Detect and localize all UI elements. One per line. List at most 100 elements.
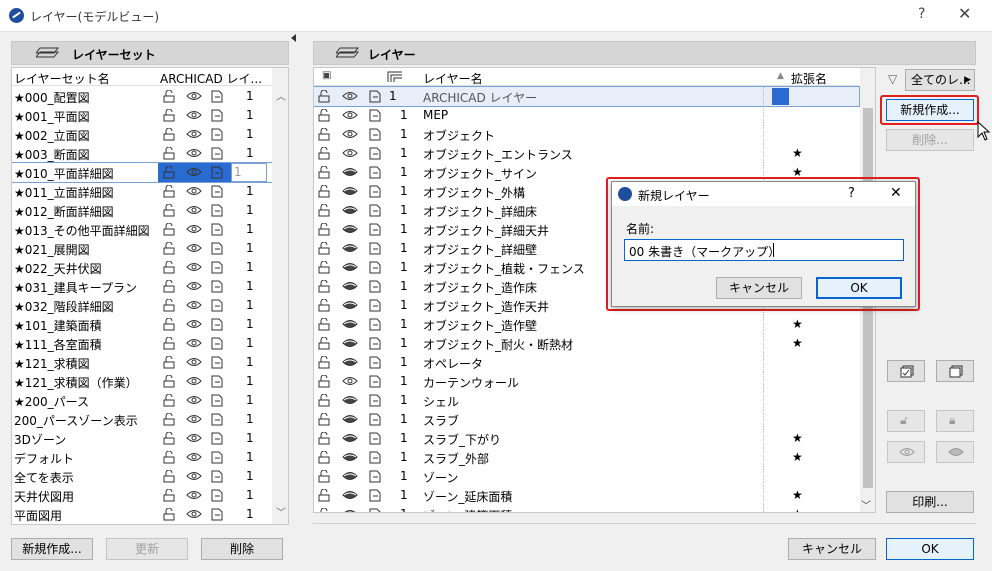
copy-settings-button[interactable] bbox=[887, 360, 925, 382]
lock-icon[interactable] bbox=[162, 412, 176, 426]
wireframe-icon[interactable] bbox=[210, 451, 224, 464]
eye-icon[interactable] bbox=[186, 432, 202, 445]
lock-icon[interactable] bbox=[162, 336, 176, 350]
layer-set-row[interactable]: ★121_求積図 1 bbox=[12, 353, 272, 372]
lock-icon[interactable] bbox=[162, 488, 176, 502]
lock-icon[interactable] bbox=[317, 412, 331, 426]
layer-row[interactable]: 1 ARCHICAD レイヤー bbox=[314, 86, 860, 107]
lock-icon[interactable] bbox=[317, 89, 331, 103]
eye-closed-icon[interactable] bbox=[342, 432, 358, 445]
wireframe-icon[interactable] bbox=[210, 166, 224, 179]
layer-row[interactable]: 1 スラブ bbox=[314, 410, 859, 429]
eye-icon[interactable] bbox=[186, 185, 202, 198]
layer-set-row[interactable]: ★013_その他平面詳細図 1 bbox=[12, 220, 272, 239]
wireframe-icon[interactable] bbox=[368, 508, 382, 512]
eye-icon[interactable] bbox=[186, 223, 202, 236]
eye-icon[interactable] bbox=[186, 280, 202, 293]
eye-closed-icon[interactable] bbox=[342, 242, 358, 255]
wireframe-icon[interactable] bbox=[368, 204, 382, 217]
eye-icon[interactable] bbox=[186, 242, 202, 255]
lock-icon[interactable] bbox=[317, 241, 331, 255]
eye-icon[interactable] bbox=[186, 147, 202, 160]
layer-row[interactable]: 1 MEP bbox=[314, 106, 859, 125]
eye-closed-icon[interactable] bbox=[342, 394, 358, 407]
lock-icon[interactable] bbox=[317, 260, 331, 274]
lock-icon[interactable] bbox=[317, 165, 331, 179]
lock-icon[interactable] bbox=[317, 108, 331, 122]
layer-row[interactable]: 1 シェル bbox=[314, 391, 859, 410]
lock-icon[interactable] bbox=[317, 203, 331, 217]
hide-button[interactable] bbox=[936, 441, 974, 463]
layer-set-row[interactable]: 200_パースゾーン表示 1 bbox=[12, 410, 272, 429]
layer-row[interactable]: 1 スラブ_下がり ★ bbox=[314, 429, 859, 448]
expand-down-icon[interactable]: ﹀ bbox=[861, 497, 871, 512]
wireframe-icon[interactable] bbox=[210, 318, 224, 331]
eye-icon[interactable] bbox=[342, 109, 358, 122]
eye-icon[interactable] bbox=[342, 375, 358, 388]
eye-closed-icon[interactable] bbox=[342, 356, 358, 369]
layer-row[interactable]: 1 オブジェクト_造作壁 ★ bbox=[314, 315, 859, 334]
wireframe-icon[interactable] bbox=[368, 128, 382, 141]
col-extension[interactable]: 拡張名 bbox=[791, 70, 827, 87]
wireframe-icon[interactable] bbox=[210, 299, 224, 312]
wireframe-icon[interactable] bbox=[368, 413, 382, 426]
eye-icon[interactable] bbox=[342, 128, 358, 141]
wireframe-icon[interactable] bbox=[368, 337, 382, 350]
wireframe-icon[interactable] bbox=[368, 90, 382, 103]
lock-icon[interactable] bbox=[317, 450, 331, 464]
lock-button[interactable]: 🔒︎ bbox=[936, 410, 974, 432]
wireframe-icon[interactable] bbox=[210, 337, 224, 350]
lock-icon[interactable] bbox=[162, 184, 176, 198]
layer-set-row[interactable]: ★121_求積図（作業） 1 bbox=[12, 372, 272, 391]
lock-icon[interactable] bbox=[317, 184, 331, 198]
eye-closed-icon[interactable] bbox=[342, 280, 358, 293]
eye-icon[interactable] bbox=[342, 147, 358, 160]
scroll-up-icon[interactable]: ︿ bbox=[276, 88, 286, 103]
wireframe-icon[interactable] bbox=[368, 375, 382, 388]
lock-icon[interactable] bbox=[317, 146, 331, 160]
eye-icon[interactable] bbox=[186, 109, 202, 122]
layer-set-scrollbar[interactable]: ︿ ﹀ bbox=[272, 68, 288, 524]
eye-icon[interactable] bbox=[186, 356, 202, 369]
eye-icon[interactable] bbox=[186, 166, 202, 179]
lock-icon[interactable] bbox=[317, 469, 331, 483]
wireframe-icon[interactable] bbox=[210, 394, 224, 407]
eye-closed-icon[interactable] bbox=[342, 204, 358, 217]
wireframe-icon[interactable] bbox=[368, 470, 382, 483]
layer-set-new-button[interactable]: 新規作成... bbox=[11, 538, 93, 560]
lock-icon[interactable] bbox=[317, 355, 331, 369]
layer-filter-dropdown[interactable]: 全てのレ... ▶ bbox=[905, 69, 975, 91]
layer-set-row[interactable]: ★002_立面図 1 bbox=[12, 125, 272, 144]
col-layer-set-name[interactable]: レイヤーセット名 bbox=[14, 70, 110, 87]
eye-closed-icon[interactable] bbox=[342, 185, 358, 198]
wireframe-icon[interactable] bbox=[210, 242, 224, 255]
wireframe-icon[interactable] bbox=[368, 185, 382, 198]
layer-new-button[interactable]: 新規作成... bbox=[886, 99, 974, 121]
lock-icon[interactable] bbox=[162, 374, 176, 388]
lock-icon[interactable] bbox=[317, 374, 331, 388]
wireframe-icon[interactable] bbox=[368, 394, 382, 407]
dialog-help-button[interactable]: ? bbox=[848, 186, 855, 201]
eye-icon[interactable] bbox=[186, 394, 202, 407]
wireframe-icon[interactable] bbox=[368, 356, 382, 369]
col-layer-name[interactable]: レイヤー名 bbox=[423, 70, 483, 87]
eye-closed-icon[interactable] bbox=[342, 166, 358, 179]
layer-row[interactable]: 1 スラブ_外部 ★ bbox=[314, 448, 859, 467]
lock-icon[interactable] bbox=[162, 203, 176, 217]
wireframe-icon[interactable] bbox=[210, 90, 224, 103]
eye-closed-icon[interactable] bbox=[342, 261, 358, 274]
lock-icon[interactable] bbox=[317, 507, 331, 512]
eye-icon[interactable] bbox=[186, 128, 202, 141]
layer-set-row[interactable]: ★010_平面詳細図 1 bbox=[12, 162, 273, 183]
eye-icon[interactable] bbox=[186, 299, 202, 312]
show-button[interactable] bbox=[887, 441, 925, 463]
wireframe-icon[interactable] bbox=[368, 280, 382, 293]
lock-icon[interactable] bbox=[162, 507, 176, 521]
lock-icon[interactable] bbox=[162, 298, 176, 312]
layer-set-row[interactable]: ★031_建具キープラン 1 bbox=[12, 277, 272, 296]
lock-icon[interactable] bbox=[162, 431, 176, 445]
lock-icon[interactable] bbox=[162, 260, 176, 274]
layer-set-row[interactable]: ★012_断面詳細図 1 bbox=[12, 201, 272, 220]
wireframe-icon[interactable] bbox=[210, 356, 224, 369]
wireframe-icon[interactable] bbox=[210, 375, 224, 388]
